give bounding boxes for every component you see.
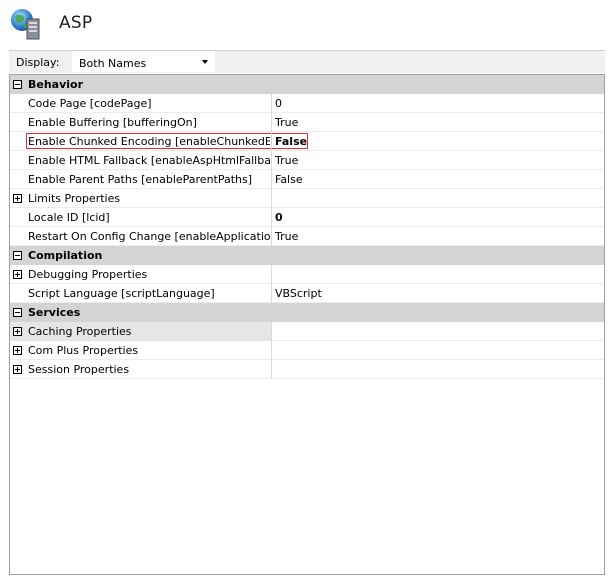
display-select[interactable]: Both Names: [72, 51, 215, 72]
property-name: Session Properties: [28, 363, 130, 376]
property-row-caching-properties[interactable]: Caching Properties: [10, 322, 604, 341]
collapse-icon[interactable]: [13, 80, 22, 89]
property-value[interactable]: True: [275, 116, 298, 129]
collapse-icon[interactable]: [13, 251, 22, 260]
property-value[interactable]: VBScript: [275, 287, 322, 300]
category-label: Compilation: [28, 249, 103, 262]
property-value[interactable]: True: [275, 154, 298, 167]
property-name: Debugging Properties: [28, 268, 148, 281]
property-row-enable-buffering[interactable]: Enable Buffering [bufferingOn] True: [10, 113, 604, 132]
property-row-locale-id[interactable]: Locale ID [lcid] 0: [10, 208, 604, 227]
property-name: Enable Parent Paths [enableParentPaths]: [28, 173, 253, 186]
expand-icon[interactable]: [13, 270, 22, 279]
property-row-limits-properties[interactable]: Limits Properties: [10, 189, 604, 208]
property-grid[interactable]: Behavior Code Page [codePage] 0 Enable B…: [9, 74, 605, 575]
property-value[interactable]: 0: [275, 211, 283, 224]
expand-icon[interactable]: [13, 365, 22, 374]
expand-icon[interactable]: [13, 346, 22, 355]
property-row-code-page[interactable]: Code Page [codePage] 0: [10, 94, 604, 113]
property-name: Restart On Config Change [enableApplicat…: [28, 230, 270, 243]
display-select-value: Both Names: [79, 57, 147, 70]
property-name: Enable Buffering [bufferingOn]: [28, 116, 197, 129]
collapse-icon[interactable]: [13, 308, 22, 317]
property-row-session-properties[interactable]: Session Properties: [10, 360, 604, 379]
expand-icon[interactable]: [13, 327, 22, 336]
category-behavior[interactable]: Behavior: [10, 75, 604, 94]
property-value[interactable]: True: [275, 230, 298, 243]
category-services[interactable]: Services: [10, 303, 604, 322]
property-name: Script Language [scriptLanguage]: [28, 287, 215, 300]
property-name: Limits Properties: [28, 192, 121, 205]
property-name: Locale ID [lcid]: [28, 211, 110, 224]
property-row-debugging-properties[interactable]: Debugging Properties: [10, 265, 604, 284]
property-name: Com Plus Properties: [28, 344, 139, 357]
property-value[interactable]: False: [275, 135, 307, 148]
page-title: ASP: [59, 13, 93, 33]
category-label: Behavior: [28, 78, 84, 91]
category-label: Services: [28, 306, 81, 319]
property-value[interactable]: 0: [275, 97, 282, 110]
expand-icon[interactable]: [13, 194, 22, 203]
category-compilation[interactable]: Compilation: [10, 246, 604, 265]
property-row-enable-chunked-encoding[interactable]: Enable Chunked Encoding [enableChunkedEn…: [10, 132, 604, 151]
globe-server-icon: [11, 9, 40, 40]
display-label: Display:: [16, 56, 60, 69]
property-row-enable-html-fallback[interactable]: Enable HTML Fallback [enableAspHtmlFallb…: [10, 151, 604, 170]
property-row-com-plus-properties[interactable]: Com Plus Properties: [10, 341, 604, 360]
property-name: Code Page [codePage]: [28, 97, 152, 110]
property-row-enable-parent-paths[interactable]: Enable Parent Paths [enableParentPaths] …: [10, 170, 604, 189]
property-name: Enable HTML Fallback [enableAspHtmlFallb…: [28, 154, 270, 167]
property-name: Caching Properties: [28, 325, 132, 338]
property-row-script-language[interactable]: Script Language [scriptLanguage] VBScrip…: [10, 284, 604, 303]
dropdown-arrow-icon: [202, 60, 208, 64]
header: ASP: [0, 0, 611, 48]
display-toolbar: Display: Both Names: [9, 50, 605, 73]
property-name: Enable Chunked Encoding [enableChunkedEn: [28, 135, 270, 148]
property-value[interactable]: False: [275, 173, 303, 186]
property-row-restart-on-config-change[interactable]: Restart On Config Change [enableApplicat…: [10, 227, 604, 246]
